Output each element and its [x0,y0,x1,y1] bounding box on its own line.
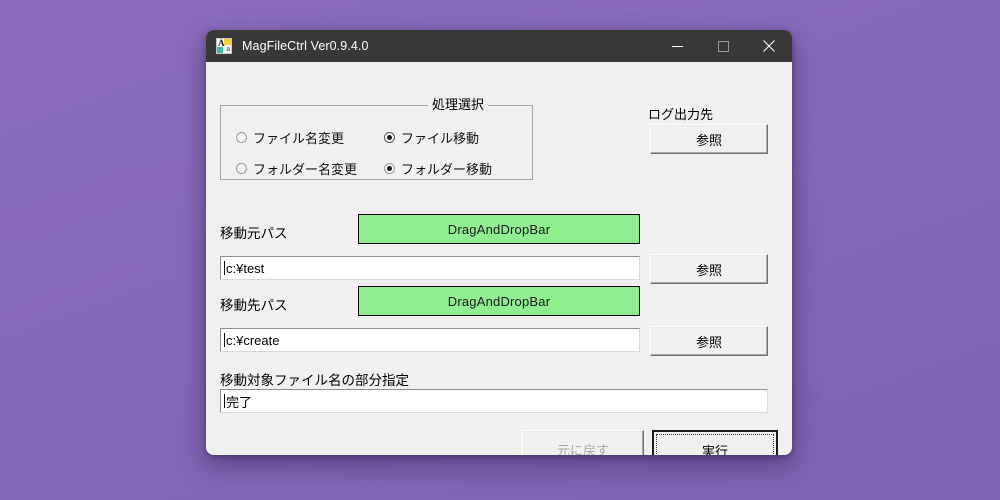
maximize-icon [717,40,729,52]
text-caret [224,333,225,347]
destination-drag-and-drop-bar[interactable]: DragAndDropBar [358,286,640,316]
radio-rename-folder[interactable]: フォルダー名変更 [236,159,357,178]
filename-filter-label: 移動対象ファイル名の部分指定 [220,373,409,388]
radio-rename-file[interactable]: ファイル名変更 [236,128,344,147]
radio-indicator [384,163,395,174]
source-browse-button[interactable]: 参照 [650,254,768,284]
log-browse-label: 参照 [695,132,722,148]
close-icon [763,40,775,52]
undo-button[interactable]: 元に戻す [522,430,644,455]
destination-path-label: 移動先パス [220,298,288,313]
text-caret [224,261,225,275]
window-titlebar[interactable]: A a MagFileCtrl Ver0.9.4.0 [206,30,792,62]
maximize-button[interactable] [700,30,746,62]
source-path-value: c:¥test [226,260,265,276]
close-button[interactable] [746,30,792,62]
radio-label: フォルダー移動 [401,162,493,177]
radio-label: フォルダー名変更 [253,162,358,177]
undo-label: 元に戻す [556,442,609,456]
process-selection-legend: 処理選択 [428,97,489,113]
radio-move-folder[interactable]: フォルダー移動 [384,159,492,178]
radio-label: ファイル移動 [401,131,480,146]
filename-filter-value: 完了 [226,394,253,410]
radio-indicator [384,132,395,143]
desktop-background: A a MagFileCtrl Ver0.9.4.0 処理選択 ファイル名変更 … [0,0,1000,500]
icon-letter-small: a [226,44,230,53]
destination-path-input[interactable]: c:¥create [220,328,640,352]
radio-indicator [236,163,247,174]
destination-browse-button[interactable]: 参照 [650,326,768,356]
radio-label: ファイル名変更 [253,131,345,146]
source-browse-label: 参照 [695,262,722,278]
source-drag-and-drop-bar[interactable]: DragAndDropBar [358,214,640,244]
text-caret [224,394,225,408]
minimize-button[interactable] [654,30,700,62]
radio-move-file[interactable]: ファイル移動 [384,128,479,147]
window-client-area: 処理選択 ファイル名変更 ファイル移動 フォルダー名変更 フォルダー移動 ログ出… [206,62,792,455]
icon-teal-square [217,47,223,53]
window-title: MagFileCtrl Ver0.9.4.0 [242,39,369,53]
app-rename-icon: A a [216,38,232,54]
magfilectrl-window: A a MagFileCtrl Ver0.9.4.0 処理選択 ファイル名変更 … [206,30,792,455]
source-dnd-label: DragAndDropBar [447,221,551,237]
log-output-label: ログ出力先 [648,107,714,122]
destination-browse-label: 参照 [695,334,722,350]
source-path-label: 移動元パス [220,226,288,241]
radio-indicator [236,132,247,143]
minimize-icon [671,45,683,47]
destination-path-value: c:¥create [226,332,280,348]
filename-filter-input[interactable]: 完了 [220,389,768,413]
destination-dnd-label: DragAndDropBar [447,293,551,309]
log-browse-button[interactable]: 参照 [650,124,768,154]
source-path-input[interactable]: c:¥test [220,256,640,280]
execute-label: 実行 [701,443,728,456]
execute-button[interactable]: 実行 [652,430,778,455]
